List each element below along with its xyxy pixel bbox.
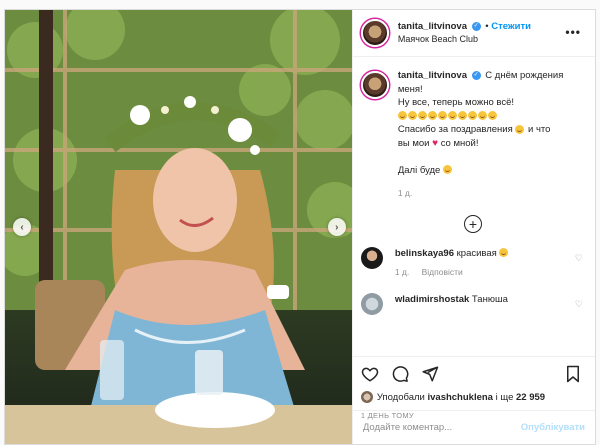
- post-header: tanita_litvinova ✓ • Стежити Маячок Beac…: [352, 10, 595, 57]
- laughing-emoji-icon: [467, 111, 477, 121]
- comment-like-icon[interactable]: ♡: [575, 253, 583, 264]
- caption-line-5b: со мной!: [440, 137, 479, 149]
- author-info: tanita_litvinova ✓ • Стежити Маячок Beac…: [397, 21, 531, 46]
- post-card: ‹ › tanita_litvinova ✓ • Стежити Маячок …: [4, 9, 596, 445]
- caption-line-2: меня!: [397, 83, 423, 95]
- likes-suffix: і ще: [495, 391, 514, 403]
- liker-avatar[interactable]: [360, 391, 373, 403]
- caption-username[interactable]: tanita_litvinova: [398, 70, 467, 81]
- heart-emoji-icon: ♥: [432, 137, 439, 149]
- comment-icon[interactable]: [391, 365, 409, 383]
- laughing-emoji-row: [397, 110, 564, 124]
- publish-button[interactable]: Опублікувати: [521, 422, 585, 433]
- caption-line-6: Далі буде: [397, 164, 441, 176]
- like-icon[interactable]: [361, 365, 379, 383]
- photo-illustration: [5, 10, 352, 444]
- laughing-emoji-icon: [417, 111, 427, 121]
- comment-text: Танюша: [471, 293, 508, 305]
- laughing-emoji-icon: [397, 111, 407, 121]
- commenter-avatar[interactable]: [360, 246, 383, 269]
- laughing-emoji-icon: [477, 111, 487, 121]
- commenter-username[interactable]: wladimirshostak: [395, 294, 469, 305]
- hugging-emoji-icon: [515, 124, 525, 134]
- comment-item: belinskaya96 красивая 1 д. Відповісти ♡: [360, 246, 585, 279]
- laughing-emoji-icon: [457, 111, 467, 121]
- smile-emoji-icon: [499, 248, 509, 258]
- laughing-emoji-icon: [407, 111, 417, 121]
- comment-input[interactable]: [362, 422, 521, 433]
- laughing-emoji-icon: [487, 111, 497, 121]
- follow-button[interactable]: Стежити: [491, 21, 531, 32]
- reply-button[interactable]: Відповісти: [422, 267, 463, 277]
- comment-text: красивая: [456, 247, 497, 259]
- post-location[interactable]: Маячок Beach Club: [398, 33, 531, 46]
- likes-summary: Уподобали ivashchuklena і ще 22 959: [360, 391, 585, 403]
- post-actions: Уподобали ivashchuklena і ще 22 959 1 ДЕ…: [352, 356, 595, 444]
- load-more-comments-button[interactable]: +: [463, 214, 482, 233]
- more-icon[interactable]: •••: [565, 25, 581, 39]
- commenter-avatar[interactable]: [360, 292, 383, 315]
- author-username[interactable]: tanita_litvinova: [398, 21, 467, 32]
- comments-section: tanita_litvinova ✓ С днём рождения меня!…: [353, 57, 595, 356]
- caption-line-4: Спасибо за поздравления: [397, 124, 513, 135]
- post-caption: tanita_litvinova ✓ С днём рождения меня!…: [360, 69, 585, 201]
- bookmark-icon[interactable]: [565, 365, 581, 383]
- smile-emoji-icon: [442, 165, 452, 175]
- verified-icon: ✓: [471, 70, 481, 80]
- laughing-emoji-icon: [427, 111, 437, 121]
- post-photo[interactable]: ‹ ›: [5, 10, 352, 444]
- laughing-emoji-icon: [447, 111, 457, 121]
- likes-count[interactable]: 22 959: [516, 392, 545, 403]
- author-avatar[interactable]: [360, 19, 389, 47]
- liker-username[interactable]: ivashchuklena: [427, 392, 492, 403]
- share-icon[interactable]: [421, 365, 439, 383]
- laughing-emoji-icon: [437, 111, 447, 121]
- commenter-username[interactable]: belinskaya96: [395, 248, 454, 259]
- caption-line-3: Ну все, теперь можно всё!: [397, 97, 515, 108]
- caption-avatar[interactable]: [360, 71, 389, 99]
- previous-photo-button[interactable]: ‹: [13, 218, 31, 236]
- caption-body: tanita_litvinova ✓ С днём рождения меня!…: [397, 69, 564, 201]
- comment-like-icon[interactable]: ♡: [575, 299, 583, 310]
- comment-item: wladimirshostak Танюша ♡: [360, 292, 585, 315]
- comment-age: 1 д.: [394, 266, 410, 277]
- caption-line-1: С днём рождения: [485, 70, 564, 81]
- caption-age: 1 д.: [397, 188, 413, 198]
- add-comment-bar: Опублікувати: [352, 410, 595, 444]
- caption-line-4b: и что: [528, 124, 551, 135]
- caption-line-5a: вы мои: [397, 137, 430, 149]
- post-side-panel: tanita_litvinova ✓ • Стежити Маячок Beac…: [351, 10, 595, 444]
- next-photo-button[interactable]: ›: [327, 218, 346, 236]
- likes-prefix: Уподобали: [376, 391, 425, 403]
- verified-icon: ✓: [471, 21, 481, 31]
